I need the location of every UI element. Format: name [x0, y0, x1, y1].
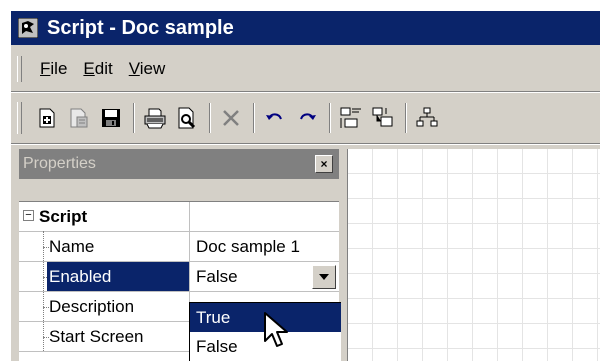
mouse-cursor-icon [263, 311, 295, 351]
align-icon[interactable] [336, 103, 366, 133]
design-canvas[interactable] [347, 149, 600, 361]
close-icon[interactable]: × [315, 155, 333, 173]
property-value-select[interactable]: False [189, 262, 339, 291]
menu-file-accel: F [40, 59, 51, 78]
toolbar-separator [329, 103, 331, 133]
new-icon[interactable] [32, 103, 62, 133]
property-row-name[interactable]: Name Doc sample 1 [19, 232, 339, 262]
properties-panel-header: Properties × [19, 149, 339, 179]
menu-edit[interactable]: Edit [75, 57, 120, 81]
menu-view-rest: iew [139, 59, 166, 78]
title-bar[interactable]: Script - Doc sample [11, 11, 600, 45]
properties-icon[interactable] [64, 103, 94, 133]
redo-icon[interactable] [292, 103, 322, 133]
properties-title: Properties [23, 155, 96, 172]
menu-grip[interactable] [17, 56, 22, 82]
save-icon[interactable] [96, 103, 126, 133]
menu-edit-accel: E [83, 59, 95, 78]
property-name: Enabled [47, 262, 189, 291]
collapse-icon[interactable]: − [23, 210, 34, 221]
window-title: Script - Doc sample [47, 16, 234, 39]
menu-file[interactable]: File [32, 57, 75, 81]
undo-icon[interactable] [260, 103, 290, 133]
property-name: Description [49, 297, 135, 316]
section-label: Script [39, 207, 88, 226]
section-value [189, 202, 339, 231]
property-value[interactable]: Doc sample 1 [189, 232, 339, 261]
property-name: Name [49, 237, 95, 256]
toolbar-separator [133, 103, 135, 133]
toolbar-separator [209, 103, 211, 133]
chevron-down-icon[interactable] [312, 265, 336, 289]
menu-view-accel: V [128, 59, 140, 78]
toolbar-separator [253, 103, 255, 133]
toolbar-bottom-separator [11, 143, 600, 145]
hierarchy-icon[interactable] [412, 103, 442, 133]
section-row-script[interactable]: − Script [19, 202, 339, 232]
print-preview-icon[interactable] [172, 103, 202, 133]
menu-edit-rest: dit [94, 59, 113, 78]
toolbar [11, 95, 600, 141]
menu-separator [11, 91, 600, 93]
app-window: Script - Doc sample File Edit View Prope… [10, 10, 600, 361]
print-icon[interactable] [140, 103, 170, 133]
property-name: Start Screen [49, 327, 144, 346]
selected-value: False [196, 267, 238, 286]
app-icon [17, 17, 39, 39]
delete-icon[interactable] [216, 103, 246, 133]
group-icon[interactable] [368, 103, 398, 133]
menu-file-rest: ile [50, 59, 68, 78]
property-row-enabled[interactable]: Enabled False [19, 262, 339, 292]
menu-bar: File Edit View [11, 51, 600, 87]
toolbar-separator [405, 103, 407, 133]
menu-view[interactable]: View [121, 57, 174, 81]
toolbar-grip[interactable] [17, 102, 22, 134]
